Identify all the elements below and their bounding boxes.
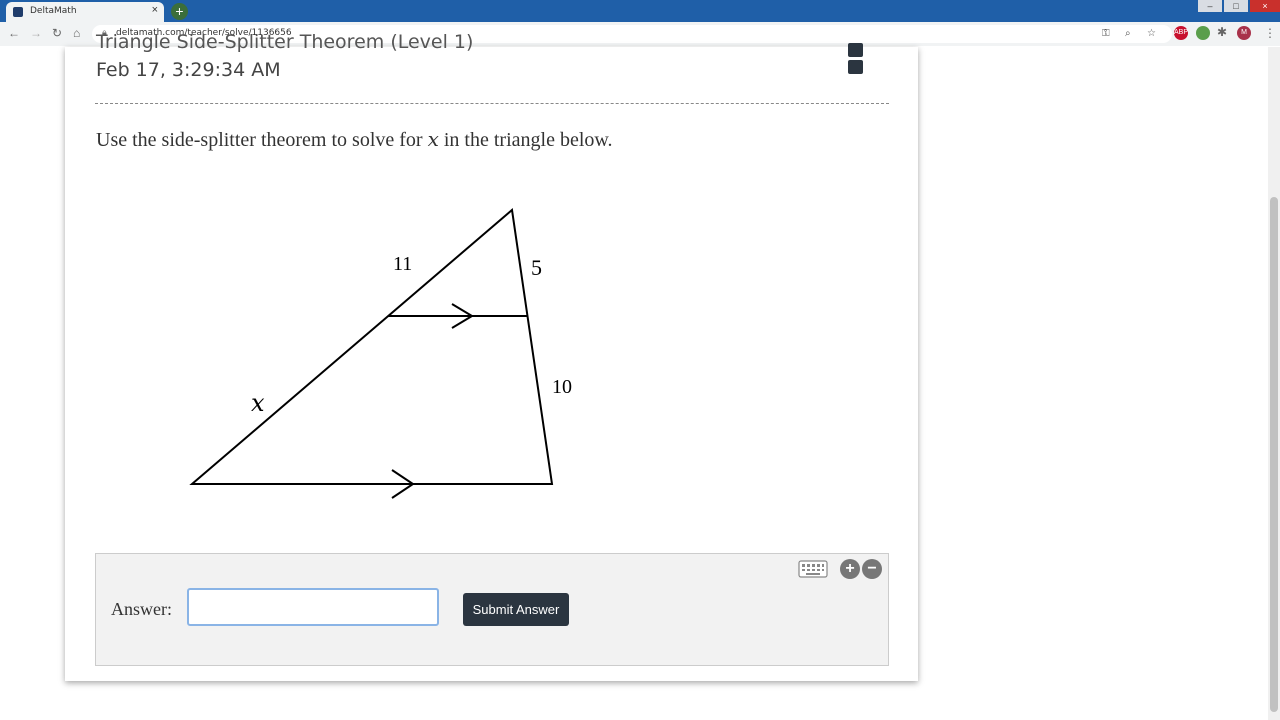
deltamath-favicon-icon [13, 7, 23, 17]
home-icon[interactable]: ⌂ [73, 26, 80, 40]
window-controls: – □ × [1196, 0, 1280, 14]
adblock-extension-icon[interactable]: ABP [1174, 26, 1188, 40]
prompt-variable: x [427, 127, 439, 151]
assignment-title: Triangle Side-Splitter Theorem (Level 1) [96, 31, 474, 53]
problem-card: Triangle Side-Splitter Theorem (Level 1)… [65, 31, 918, 681]
page-scrollbar[interactable] [1268, 47, 1280, 720]
zoom-icon[interactable]: ⌕ [1125, 28, 1131, 39]
scrollbar-thumb[interactable] [1270, 197, 1278, 712]
triangle-diagram: 11 5 10 x [189, 208, 572, 499]
question-prompt: Use the side-splitter theorem to solve f… [96, 127, 613, 152]
prompt-text-end: in the triangle below. [438, 129, 613, 151]
browser-tab-bar: DeltaMath × + – □ × [0, 0, 1280, 22]
maximize-button[interactable]: □ [1224, 0, 1248, 12]
minimize-button[interactable]: – [1198, 0, 1222, 12]
forward-arrow-icon[interactable]: → [30, 26, 42, 40]
profile-avatar[interactable]: M [1237, 26, 1251, 40]
divider [95, 103, 889, 104]
answer-panel: + − Answer: Submit Answer [95, 553, 889, 666]
label-variable-x: x [251, 389, 265, 417]
label-bottom-right: 10 [552, 376, 572, 398]
triangle-outline [189, 208, 554, 485]
label-top-right: 5 [531, 255, 542, 280]
extensions-puzzle-icon[interactable]: ✱ [1217, 25, 1227, 39]
tab-title: DeltaMath [30, 6, 77, 16]
answer-input[interactable] [187, 588, 439, 626]
assignment-timestamp: Feb 17, 3:29:34 AM [96, 59, 281, 81]
tab-close-icon[interactable]: × [152, 4, 158, 16]
answer-label: Answer: [111, 599, 172, 619]
shield-extension-icon[interactable] [1196, 26, 1210, 40]
bookmark-star-icon[interactable]: ☆ [1147, 28, 1156, 39]
new-tab-button[interactable]: + [171, 3, 188, 20]
submit-answer-button[interactable]: Submit Answer [463, 593, 569, 626]
label-top-left: 11 [393, 253, 412, 275]
back-arrow-icon[interactable]: ← [8, 26, 20, 40]
keyboard-icon[interactable] [798, 560, 828, 578]
zoom-out-button[interactable]: − [862, 559, 882, 579]
browser-menu-icon[interactable]: ⋮ [1264, 26, 1276, 40]
zoom-in-button[interactable]: + [840, 559, 860, 579]
prompt-text-start: Use the side-splitter theorem to solve f… [96, 129, 428, 151]
key-icon[interactable]: ⚿ [1102, 28, 1110, 39]
close-window-button[interactable]: × [1250, 0, 1280, 12]
menu-icon[interactable] [848, 43, 864, 77]
reload-icon[interactable]: ↻ [52, 26, 62, 40]
browser-tab[interactable]: DeltaMath × [6, 2, 164, 22]
